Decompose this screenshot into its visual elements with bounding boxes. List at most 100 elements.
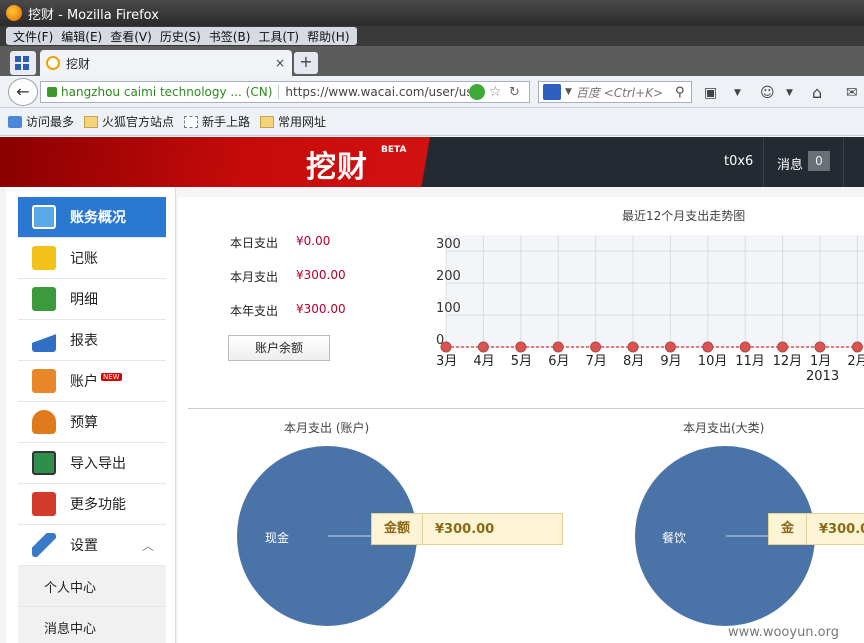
ledger-icon bbox=[32, 287, 56, 311]
data-point bbox=[664, 341, 676, 353]
sidebar-subitem-label: 个人中心 bbox=[44, 580, 97, 596]
reload-icon[interactable]: ↻ bbox=[509, 85, 525, 100]
search-box[interactable]: ▼ 百度 <Ctrl+K> ⚲ bbox=[538, 81, 692, 103]
tab-close-icon[interactable]: × bbox=[272, 56, 288, 70]
sidebar-item-budget[interactable]: 预算 bbox=[18, 402, 166, 443]
toolbox-icon bbox=[32, 492, 56, 516]
sidebar-item-record[interactable]: 记账 bbox=[18, 238, 166, 279]
menu-pill: 文件(F) 编辑(E) 查看(V) 历史(S) 书签(B) 工具(T) 帮助(H… bbox=[6, 27, 357, 45]
x-tick-label: 2月 bbox=[847, 354, 864, 369]
sidebar-item-label: 报表 bbox=[70, 333, 98, 349]
chevron-up-icon[interactable]: ︿ bbox=[142, 537, 154, 554]
wrench-icon bbox=[32, 533, 56, 557]
menu-bookmarks[interactable]: 书签(B) bbox=[205, 28, 255, 45]
x-tick-label: 1月 bbox=[810, 354, 831, 369]
menu-history[interactable]: 历史(S) bbox=[156, 28, 205, 45]
logo[interactable]: 挖财 bbox=[306, 142, 368, 186]
tab-groups-icon[interactable] bbox=[10, 51, 36, 75]
account-balance-button[interactable]: 账户余额 bbox=[228, 335, 330, 361]
url-bar[interactable]: hangzhou caimi technology ... (CN) https… bbox=[40, 81, 530, 103]
go-icon[interactable] bbox=[469, 84, 485, 100]
sidebar-item-reports[interactable]: 报表 bbox=[18, 320, 166, 361]
menu-edit[interactable]: 编辑(E) bbox=[57, 28, 106, 45]
header-divider bbox=[843, 137, 844, 187]
wacai-favicon-icon bbox=[46, 56, 60, 70]
wallet-icon bbox=[32, 369, 56, 393]
x-tick-label: 7月 bbox=[586, 354, 607, 369]
chevron-down-icon[interactable]: ▼ bbox=[565, 87, 572, 97]
x-tick-label: 3月 bbox=[436, 354, 457, 369]
bookmark-common-sites[interactable]: 常用网址 bbox=[260, 113, 326, 130]
sidebar-item-label: 明细 bbox=[70, 292, 98, 308]
sidebar-item-label: 预算 bbox=[70, 415, 98, 431]
addon-icon[interactable]: ☺ bbox=[760, 85, 775, 101]
y-tick-label: 100 bbox=[436, 301, 461, 316]
screenshot-icon[interactable]: ▣ bbox=[704, 85, 717, 101]
bookmark-most-visited[interactable]: 访问最多 bbox=[8, 113, 74, 130]
pie-title-account: 本月支出 (账户) bbox=[284, 421, 370, 435]
data-point bbox=[814, 341, 826, 353]
tab-wacai[interactable]: 挖财 × bbox=[40, 50, 292, 76]
pencil-icon bbox=[32, 246, 56, 270]
bookmark-star-icon[interactable]: ☆ bbox=[489, 84, 505, 100]
today-expense-value: ¥0.00 bbox=[296, 234, 331, 248]
bookmarks-bar: 访问最多 火狐官方站点 新手上路 常用网址 bbox=[0, 108, 864, 136]
data-point bbox=[477, 341, 489, 353]
url-text[interactable]: https://www.wacai.com/user/use bbox=[279, 85, 469, 99]
messages-link[interactable]: 消息 bbox=[777, 154, 803, 173]
pie-title-category: 本月支出(大类) bbox=[683, 421, 765, 435]
chevron-down-icon[interactable]: ▼ bbox=[734, 88, 741, 98]
trend-chart: 01002003003月 4月 5月 6月 7月 8月 9月 10月 11月 12月 1月 2月201… bbox=[436, 235, 864, 384]
import-export-icon bbox=[32, 451, 56, 475]
sidebar-item-more-features[interactable]: 更多功能 bbox=[18, 484, 166, 525]
beta-badge: BETA bbox=[381, 145, 407, 155]
sidebar-item-label: 账户 bbox=[70, 374, 98, 390]
chart-icon bbox=[32, 328, 56, 352]
y-tick-label: 300 bbox=[436, 237, 461, 252]
baidu-engine-icon[interactable] bbox=[543, 84, 561, 100]
pie-slice-label: 餐饮 bbox=[662, 531, 687, 545]
sidebar-subitem-profile[interactable]: 个人中心 bbox=[18, 566, 166, 607]
menu-tools[interactable]: 工具(T) bbox=[254, 28, 303, 45]
plot-area bbox=[446, 235, 864, 347]
sidebar-item-accounts[interactable]: 账户 NEW bbox=[18, 361, 166, 402]
search-icon[interactable]: ⚲ bbox=[675, 85, 691, 100]
sidebar-item-settings[interactable]: 设置 ︿ bbox=[18, 525, 166, 566]
bookmark-getting-started[interactable]: 新手上路 bbox=[184, 113, 250, 130]
pie-tooltip-account: 金额 ¥300.00 bbox=[371, 513, 563, 545]
mail-icon[interactable]: ✉ bbox=[846, 85, 858, 101]
x-tick-label: 10月 bbox=[698, 354, 728, 369]
home-icon[interactable]: ⌂ bbox=[812, 83, 822, 102]
site-identity[interactable]: hangzhou caimi technology ... (CN) bbox=[61, 85, 280, 99]
sidebar-item-label: 更多功能 bbox=[70, 497, 126, 513]
chevron-down-icon[interactable]: ▼ bbox=[786, 88, 793, 98]
data-point bbox=[702, 341, 714, 353]
navigation-bar: ← hangzhou caimi technology ... (CN) htt… bbox=[0, 76, 864, 108]
chart-title: 最近12个月支出走势图 bbox=[622, 209, 746, 223]
sidebar-subitem-messages[interactable]: 消息中心 bbox=[18, 607, 166, 643]
year-expense-label: 本年支出 bbox=[230, 304, 279, 318]
sidebar-item-details[interactable]: 明细 bbox=[18, 279, 166, 320]
sidebar: 账务概况 记账 明细 报表 账户 NEW 预算 导入导出 更多功能 设置 ︿ 个… bbox=[18, 197, 166, 643]
tooltip-value: ¥300.00 bbox=[435, 521, 495, 537]
sidebar-item-label: 账务概况 bbox=[70, 210, 126, 226]
data-point bbox=[552, 341, 564, 353]
username[interactable]: t0x6 bbox=[724, 154, 753, 169]
back-arrow-icon[interactable]: ← bbox=[8, 78, 38, 106]
y-tick-label: 200 bbox=[436, 269, 461, 284]
window-title: 挖财 - Mozilla Firefox bbox=[28, 7, 159, 23]
new-tab-button[interactable]: + bbox=[294, 52, 318, 74]
messages-count-badge[interactable]: 0 bbox=[808, 151, 830, 171]
sidebar-item-import-export[interactable]: 导入导出 bbox=[18, 443, 166, 484]
lock-icon bbox=[47, 87, 57, 97]
bookmark-label: 常用网址 bbox=[278, 115, 327, 129]
x-tick-label: 5月 bbox=[511, 354, 532, 369]
menu-view[interactable]: 查看(V) bbox=[106, 28, 156, 45]
bookmark-label: 火狐官方站点 bbox=[102, 115, 175, 129]
sidebar-item-overview[interactable]: 账务概况 bbox=[18, 197, 166, 238]
bookmark-firefox-site[interactable]: 火狐官方站点 bbox=[84, 113, 174, 130]
menu-help[interactable]: 帮助(H) bbox=[303, 28, 353, 45]
data-point bbox=[851, 341, 863, 353]
x-tick-label: 4月 bbox=[473, 354, 494, 369]
menu-file[interactable]: 文件(F) bbox=[9, 28, 57, 45]
